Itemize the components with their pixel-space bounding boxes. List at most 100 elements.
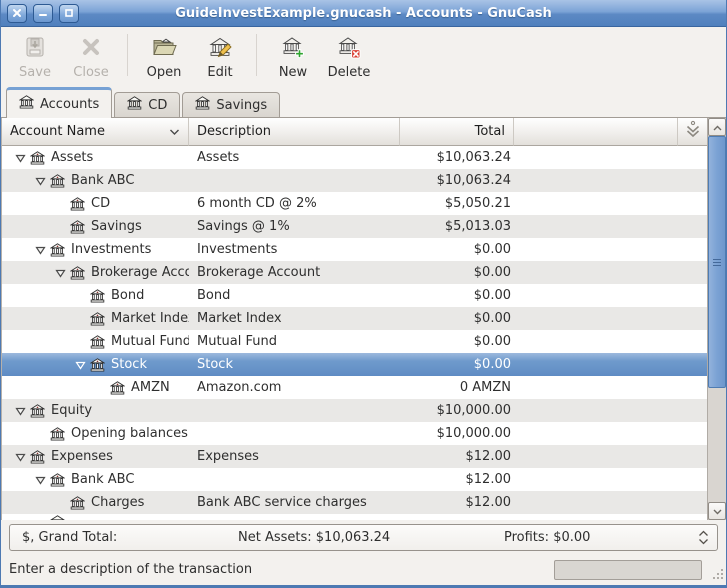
table-row[interactable]: Assets Assets $10,063.24 bbox=[2, 146, 708, 169]
resize-grip[interactable] bbox=[712, 568, 724, 584]
open-label: Open bbox=[147, 65, 182, 80]
tab-accounts[interactable]: Accounts bbox=[6, 87, 112, 118]
table-row[interactable]: AMZN Amazon.com 0 AMZN bbox=[2, 376, 708, 399]
account-tree-rows: Assets Assets $10,063.24 Bank ABC $10,06… bbox=[2, 146, 708, 514]
scroll-down-button[interactable] bbox=[708, 502, 726, 520]
row-filler bbox=[514, 330, 708, 353]
table-row[interactable]: Savings Savings @ 1% $5,013.03 bbox=[2, 215, 708, 238]
table-row[interactable]: Charges Bank ABC service charges $12.00 bbox=[2, 491, 708, 514]
tab-label: Accounts bbox=[40, 97, 99, 112]
summary-stepper[interactable] bbox=[698, 525, 709, 550]
tree-indent bbox=[2, 410, 10, 411]
scrollbar-thumb[interactable] bbox=[708, 136, 726, 388]
close-tab-button[interactable]: Close bbox=[63, 30, 119, 80]
edit-button[interactable]: Edit bbox=[192, 30, 248, 80]
row-filler bbox=[514, 399, 708, 422]
account-total: $12.00 bbox=[400, 445, 514, 468]
row-filler bbox=[514, 491, 708, 514]
table-row[interactable]: Expenses Expenses $12.00 bbox=[2, 445, 708, 468]
account-name: Charges bbox=[91, 495, 144, 510]
account-description: Amazon.com bbox=[189, 376, 400, 399]
account-description bbox=[189, 399, 400, 422]
column-header-account-name[interactable]: Account Name bbox=[2, 118, 189, 146]
scroll-up-button[interactable] bbox=[708, 118, 726, 136]
account-total: $12.00 bbox=[400, 491, 514, 514]
table-row[interactable]: Brokerage Acco Brokerage Account $0.00 bbox=[2, 261, 708, 284]
row-filler bbox=[514, 422, 708, 445]
expander-icon[interactable] bbox=[30, 475, 50, 485]
summary-bar-wrap: $, Grand Total: Net Assets: $10,063.24 P… bbox=[1, 520, 726, 553]
tree-indent bbox=[2, 364, 70, 365]
new-account-button[interactable]: New bbox=[265, 30, 321, 80]
column-header-total[interactable]: Total bbox=[400, 118, 514, 146]
tab-savings[interactable]: Savings bbox=[182, 92, 280, 117]
delete-account-icon bbox=[337, 35, 361, 63]
account-total: $10,000.00 bbox=[400, 399, 514, 422]
expander-icon[interactable] bbox=[30, 176, 50, 186]
account-icon bbox=[70, 266, 86, 280]
vertical-scrollbar[interactable] bbox=[707, 118, 726, 520]
account-name: Equity bbox=[51, 403, 92, 418]
table-row[interactable]: Bank ABC $10,063.24 bbox=[2, 169, 708, 192]
row-filler bbox=[514, 284, 708, 307]
window-minimize-button[interactable] bbox=[33, 4, 53, 23]
open-button[interactable]: Open bbox=[136, 30, 192, 80]
account-name: Mutual Fund bbox=[111, 334, 189, 349]
table-row[interactable]: Stock Stock $0.00 bbox=[2, 353, 708, 376]
account-icon bbox=[30, 450, 46, 464]
table-row[interactable]: Mutual Fund Mutual Fund $0.00 bbox=[2, 330, 708, 353]
table-row[interactable]: Bank ABC $12.00 bbox=[2, 468, 708, 491]
table-row[interactable]: Opening balances $10,000.00 bbox=[2, 422, 708, 445]
expander-icon[interactable] bbox=[10, 406, 30, 416]
account-name: Bank ABC bbox=[71, 173, 134, 188]
window-close-button[interactable] bbox=[7, 4, 27, 23]
account-name: Investments bbox=[71, 242, 151, 257]
tree-indent bbox=[2, 249, 30, 250]
expander-icon[interactable] bbox=[10, 452, 30, 462]
tab-label: CD bbox=[148, 98, 167, 113]
row-filler bbox=[514, 169, 708, 192]
row-filler bbox=[514, 376, 708, 399]
table-row[interactable]: Bond Bond $0.00 bbox=[2, 284, 708, 307]
tree-indent bbox=[2, 203, 50, 204]
delete-account-button[interactable]: Delete bbox=[321, 30, 377, 80]
table-row[interactable]: Equity $10,000.00 bbox=[2, 399, 708, 422]
status-bar: Enter a description of the transaction bbox=[1, 553, 726, 586]
table-row[interactable]: Investments Investments $0.00 bbox=[2, 238, 708, 261]
account-tab-icon bbox=[195, 96, 210, 114]
account-icon bbox=[50, 427, 66, 441]
column-options-button[interactable] bbox=[678, 118, 708, 146]
tab-cd[interactable]: CD bbox=[114, 92, 180, 117]
account-description: Brokerage Account bbox=[189, 261, 400, 284]
scrollbar-track[interactable] bbox=[708, 388, 726, 502]
summary-bar: $, Grand Total: Net Assets: $10,063.24 P… bbox=[9, 524, 718, 551]
row-filler bbox=[514, 307, 708, 330]
account-description: Assets bbox=[189, 146, 400, 169]
maximize-icon bbox=[64, 8, 74, 18]
account-description bbox=[189, 422, 400, 445]
tree-indent bbox=[2, 226, 50, 227]
table-row[interactable]: Market Index Market Index $0.00 bbox=[2, 307, 708, 330]
close-icon bbox=[12, 8, 22, 18]
account-name: AMZN bbox=[131, 380, 170, 395]
account-tab-icon bbox=[19, 95, 34, 113]
table-row[interactable]: CD 6 month CD @ 2% $5,050.21 bbox=[2, 192, 708, 215]
account-icon bbox=[90, 289, 106, 303]
save-button[interactable]: Save bbox=[7, 30, 63, 80]
column-header-description[interactable]: Description bbox=[189, 118, 400, 146]
expander-icon[interactable] bbox=[10, 153, 30, 163]
account-icon bbox=[30, 404, 46, 418]
arrow-up-icon bbox=[713, 120, 722, 135]
row-filler bbox=[514, 261, 708, 284]
account-icon bbox=[90, 358, 106, 372]
net-assets-value: Net Assets: $10,063.24 bbox=[238, 530, 504, 545]
account-description: Expenses bbox=[189, 445, 400, 468]
expander-icon[interactable] bbox=[50, 268, 70, 278]
account-icon bbox=[50, 515, 66, 520]
tree-header: Account Name Description Total bbox=[2, 118, 708, 146]
account-icon bbox=[70, 220, 86, 234]
expander-icon[interactable] bbox=[70, 360, 90, 370]
expander-icon[interactable] bbox=[30, 245, 50, 255]
edit-label: Edit bbox=[207, 65, 232, 80]
window-maximize-button[interactable] bbox=[59, 4, 79, 23]
